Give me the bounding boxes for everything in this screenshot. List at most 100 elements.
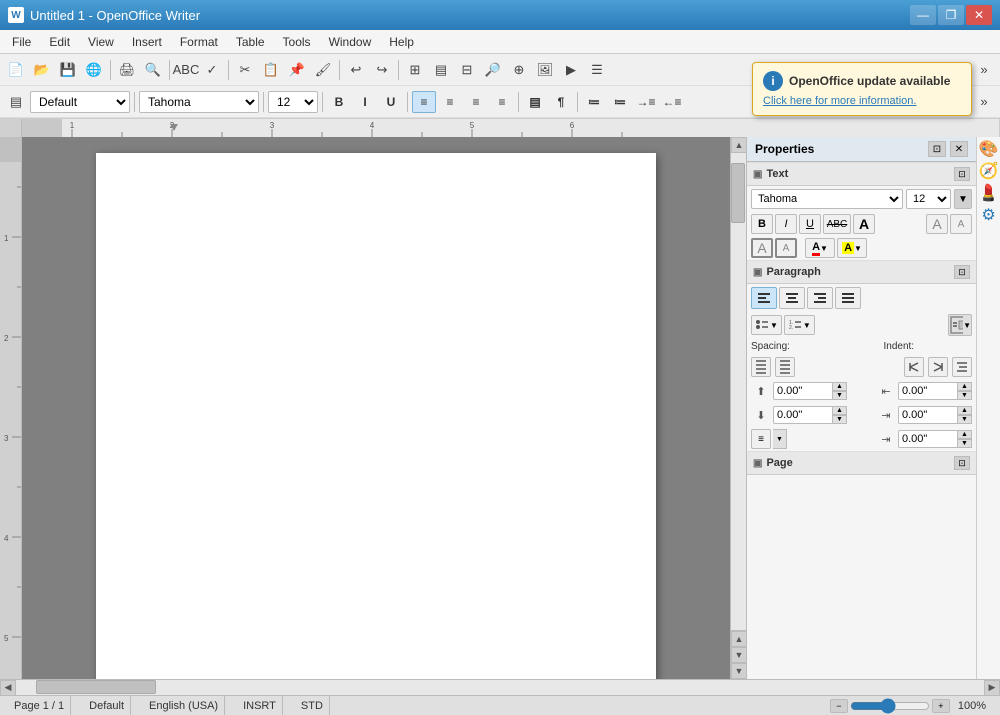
spellcheck-btn[interactable]: ABC xyxy=(174,59,198,81)
rsb-props-btn[interactable]: ⚙ xyxy=(979,205,999,225)
spacing-below-down[interactable]: ▼ xyxy=(833,415,847,424)
save-btn[interactable]: 💾 xyxy=(56,59,80,81)
props-fontcolor-btn[interactable]: A ▼ xyxy=(805,238,835,258)
indent-after-down[interactable]: ▼ xyxy=(958,415,972,424)
minimize-button[interactable]: — xyxy=(910,5,936,25)
props-size-increase-btn[interactable]: A xyxy=(926,214,948,234)
find-btn[interactable]: 🔎 xyxy=(481,59,505,81)
restore-button[interactable]: ❐ xyxy=(938,5,964,25)
autocorrect-btn[interactable]: ✓ xyxy=(200,59,224,81)
hscroll-track[interactable] xyxy=(16,680,984,695)
doc-scroll-area[interactable] xyxy=(22,137,730,679)
doc-page[interactable] xyxy=(96,153,656,679)
numbering-btn[interactable]: ≔ xyxy=(608,91,632,113)
zoom-out-btn[interactable]: − xyxy=(830,699,848,713)
indent-left-icon[interactable] xyxy=(904,357,924,377)
props-highlight-btn[interactable]: A ▼ xyxy=(837,238,867,258)
bullets-list-btn[interactable]: ▼ xyxy=(751,315,782,335)
menu-tools[interactable]: Tools xyxy=(275,33,319,51)
para-align-left[interactable] xyxy=(751,287,777,309)
chars-btn[interactable]: ¶ xyxy=(549,91,573,113)
menu-edit[interactable]: Edit xyxy=(41,33,78,51)
macro-btn[interactable]: ☰ xyxy=(585,59,609,81)
props-increase-size2[interactable]: A xyxy=(751,238,773,258)
line-spacing-up[interactable]: ▲ xyxy=(958,430,972,439)
para-section-options-btn[interactable]: ⊡ xyxy=(954,265,970,279)
props-strikethrough-btn[interactable]: ABC xyxy=(823,214,851,234)
spacing-below-input[interactable] xyxy=(773,406,833,424)
spacing-above-up[interactable]: ▲ xyxy=(833,382,847,391)
indent-before-input[interactable] xyxy=(898,382,958,400)
hscroll-right-btn[interactable]: ▶ xyxy=(984,680,1000,696)
font-select[interactable]: Tahoma xyxy=(139,91,259,113)
italic-btn[interactable]: I xyxy=(353,91,377,113)
media-btn[interactable]: ▶ xyxy=(559,59,583,81)
save-remote-btn[interactable]: 🌐 xyxy=(82,59,106,81)
paragraph-style-select[interactable]: Default xyxy=(30,91,130,113)
align-justify-btn[interactable]: ≡ xyxy=(490,91,514,113)
indent-before-up[interactable]: ▲ xyxy=(958,382,972,391)
bold-btn[interactable]: B xyxy=(327,91,351,113)
spacing-above-input[interactable] xyxy=(773,382,833,400)
props-font-select[interactable]: Tahoma xyxy=(751,189,903,209)
extend-btn[interactable]: » xyxy=(972,59,996,81)
scroll-down-btn[interactable]: ▼ xyxy=(731,663,747,679)
bullets-btn[interactable]: ≔ xyxy=(582,91,606,113)
undo-btn[interactable]: ↩ xyxy=(344,59,368,81)
font-size-select[interactable]: 12 xyxy=(268,91,318,113)
notif-body[interactable]: Click here for more information. xyxy=(763,95,961,107)
menu-insert[interactable]: Insert xyxy=(124,33,170,51)
wrap-btn[interactable]: ▼ xyxy=(948,314,972,336)
indent-before-down[interactable]: ▼ xyxy=(958,391,972,400)
styles-btn[interactable]: ▤ xyxy=(4,91,28,113)
props-size-select[interactable]: 12 xyxy=(906,189,951,209)
new-btn[interactable]: 📄 xyxy=(4,59,28,81)
indent-right-icon[interactable] xyxy=(928,357,948,377)
props-size-decrease-btn[interactable]: A xyxy=(950,214,972,234)
align-right-btn[interactable]: ≡ xyxy=(464,91,488,113)
menu-window[interactable]: Window xyxy=(321,33,380,51)
props-close-btn[interactable]: ✕ xyxy=(950,141,968,157)
paste-btn[interactable]: 📌 xyxy=(285,59,309,81)
spacing-below-icon[interactable] xyxy=(775,357,795,377)
para-align-right[interactable] xyxy=(807,287,833,309)
increase-indent-btn[interactable]: →≡ xyxy=(634,91,658,113)
line-spacing-input[interactable] xyxy=(898,430,958,448)
scroll-next-page-btn[interactable]: ▼ xyxy=(731,647,747,663)
scroll-track[interactable] xyxy=(731,153,746,630)
columns-btn[interactable]: ▤ xyxy=(429,59,453,81)
menu-format[interactable]: Format xyxy=(172,33,226,51)
preview-btn[interactable]: 🔍 xyxy=(141,59,165,81)
print-btn[interactable]: 🖨 xyxy=(115,59,139,81)
hscroll-thumb[interactable] xyxy=(36,680,156,694)
numbering-list-btn[interactable]: 1. 2. ▼ xyxy=(784,315,815,335)
para-align-center[interactable] xyxy=(779,287,805,309)
indent-after-input[interactable] xyxy=(898,406,958,424)
indent-after-up[interactable]: ▲ xyxy=(958,406,972,415)
text-section-btn[interactable]: ⊡ xyxy=(954,167,970,181)
gallery-btn[interactable]: 🖼 xyxy=(533,59,557,81)
props-options-btn[interactable]: ⊡ xyxy=(928,141,946,157)
menu-help[interactable]: Help xyxy=(381,33,422,51)
page-section-header[interactable]: ▣ Page ⊡ xyxy=(747,451,976,475)
line-spacing-down[interactable]: ▼ xyxy=(958,439,972,448)
menu-view[interactable]: View xyxy=(80,33,122,51)
hscroll-left-btn[interactable]: ◀ xyxy=(0,680,16,696)
rsb-navigator-btn[interactable]: 🧭 xyxy=(979,161,999,181)
rsb-gallery-btn[interactable]: 🎨 xyxy=(979,139,999,159)
scroll-thumb[interactable] xyxy=(731,163,745,223)
scroll-prev-page-btn[interactable]: ▲ xyxy=(731,631,747,647)
underline-btn[interactable]: U xyxy=(379,91,403,113)
columns-layout-btn[interactable]: ▤ xyxy=(523,91,547,113)
align-left-btn[interactable]: ≡ xyxy=(412,91,436,113)
rsb-styles-btn[interactable]: 💄 xyxy=(979,183,999,203)
close-button[interactable]: ✕ xyxy=(966,5,992,25)
extend-fmt-btn[interactable]: » xyxy=(972,91,996,113)
line-spacing-dropdown[interactable]: ▼ xyxy=(773,429,787,449)
props-decrease-size2[interactable]: A xyxy=(775,238,797,258)
props-bold-btn[interactable]: B xyxy=(751,214,773,234)
props-underline-btn[interactable]: U xyxy=(799,214,821,234)
indent-first-icon[interactable] xyxy=(952,357,972,377)
fields-btn[interactable]: ⊟ xyxy=(455,59,479,81)
zoom-slider[interactable] xyxy=(850,700,930,712)
